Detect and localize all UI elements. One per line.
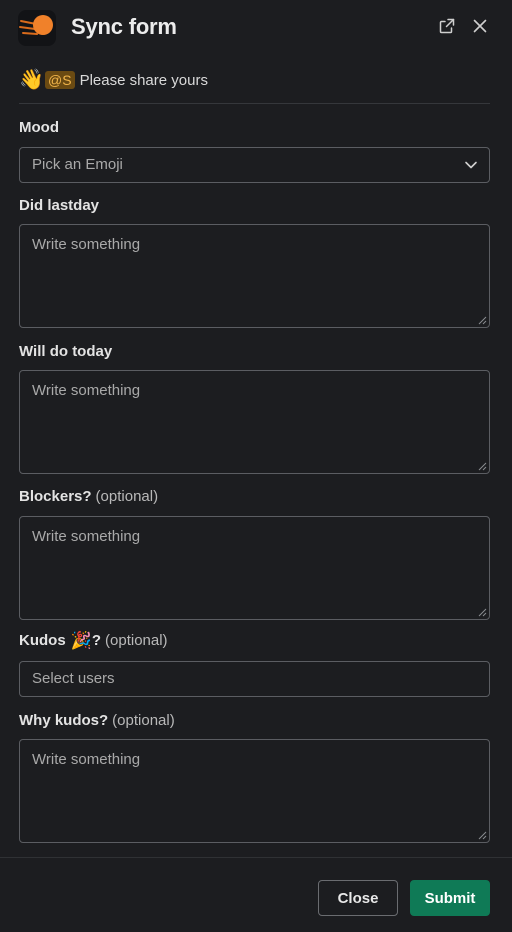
- mood-select[interactable]: Pick an Emoji: [19, 147, 490, 183]
- why-kudos-label-text: Why kudos?: [19, 712, 109, 729]
- external-link-icon: [439, 18, 455, 34]
- close-modal-button[interactable]: [470, 16, 490, 36]
- waving-hand-icon: 👋: [19, 69, 44, 91]
- mood-select-placeholder: Pick an Emoji: [32, 156, 123, 173]
- kudos-label-text: Kudos: [19, 632, 66, 649]
- blockers-textarea[interactable]: Write something: [19, 516, 490, 620]
- blockers-label-text: Blockers?: [19, 488, 92, 505]
- resize-grip-icon[interactable]: [478, 316, 487, 325]
- kudos-label: Kudos 🎉 ? (optional): [19, 632, 168, 649]
- optional-hint: (optional): [112, 712, 175, 729]
- did-lastday-label: Did lastday: [19, 197, 99, 214]
- kudos-select-placeholder: Select users: [32, 670, 115, 687]
- did-lastday-placeholder: Write something: [32, 236, 141, 253]
- blockers-label: Blockers? (optional): [19, 488, 158, 505]
- party-popper-icon: 🎉: [70, 631, 92, 650]
- why-kudos-placeholder: Write something: [32, 751, 141, 768]
- comet-logo-icon: [18, 10, 56, 46]
- will-do-today-label-text: Will do today: [19, 343, 113, 360]
- sync-form-modal: Sync form 👋 @S Please share yours Mood P…: [0, 0, 512, 932]
- will-do-today-placeholder: Write something: [32, 382, 141, 399]
- did-lastday-textarea[interactable]: Write something: [19, 224, 490, 328]
- close-button[interactable]: Close: [318, 880, 398, 916]
- why-kudos-label: Why kudos? (optional): [19, 712, 175, 729]
- optional-hint: (optional): [105, 632, 168, 649]
- user-mention[interactable]: @S: [45, 71, 75, 89]
- modal-header: Sync form: [0, 0, 512, 56]
- footer-divider: [0, 857, 512, 858]
- resize-grip-icon[interactable]: [478, 831, 487, 840]
- will-do-today-label: Will do today: [19, 343, 112, 360]
- close-icon: [473, 19, 487, 33]
- resize-grip-icon[interactable]: [478, 462, 487, 471]
- kudos-label-suffix: ?: [91, 632, 102, 649]
- blockers-placeholder: Write something: [32, 528, 141, 545]
- intro-message: 👋 @S Please share yours: [19, 67, 208, 93]
- modal-title: Sync form: [71, 14, 177, 39]
- will-do-today-textarea[interactable]: Write something: [19, 370, 490, 474]
- mood-label-text: Mood: [19, 119, 59, 136]
- did-lastday-label-text: Did lastday: [19, 197, 100, 214]
- optional-hint: (optional): [95, 488, 159, 505]
- popout-button[interactable]: [437, 16, 457, 36]
- intro-text: Please share yours: [79, 71, 208, 89]
- resize-grip-icon[interactable]: [478, 608, 487, 617]
- mood-label: Mood: [19, 119, 59, 136]
- submit-button[interactable]: Submit: [410, 880, 490, 916]
- kudos-user-select[interactable]: Select users: [19, 661, 490, 697]
- why-kudos-textarea[interactable]: Write something: [19, 739, 490, 843]
- divider: [19, 103, 490, 104]
- chevron-down-icon: [465, 161, 477, 169]
